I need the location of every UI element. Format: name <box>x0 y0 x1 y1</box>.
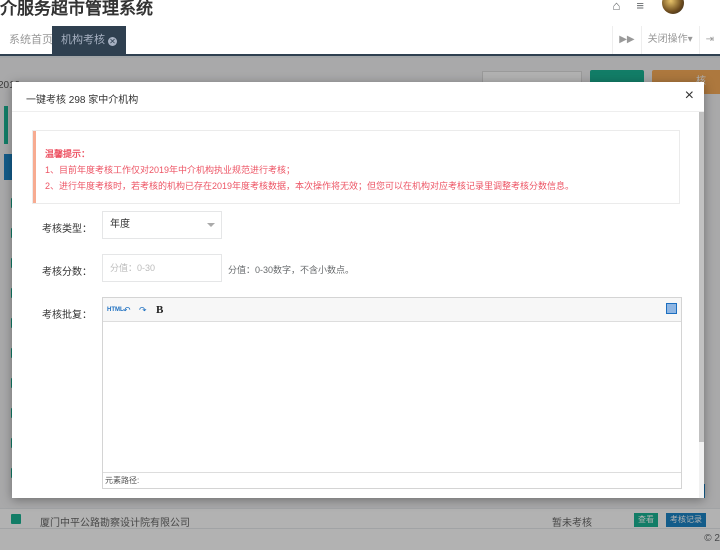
tab-home-label: 系统首页 <box>9 34 53 46</box>
bold-button[interactable]: B <box>156 302 163 318</box>
avatar[interactable] <box>662 0 684 14</box>
modal-scrollbar[interactable] <box>699 112 704 498</box>
tab-bar: 系统首页 机构考核 ✕ ▶▶ 关闭操作▾ ⇥ <box>0 26 720 56</box>
assessment-score-input[interactable] <box>102 254 222 282</box>
assessment-type-select[interactable]: 年度 <box>102 211 222 239</box>
element-path-bar: 元素路径: <box>103 472 681 488</box>
redo-icon[interactable]: ↷ <box>139 302 147 318</box>
modal-header: 一键考核 298 家中介机构 × <box>12 82 704 112</box>
assessment-reply-label: 考核批复： <box>42 310 92 321</box>
assessment-type-label: 考核类型： <box>42 224 92 235</box>
tip-accent-bar <box>33 131 36 203</box>
tab-close-icon[interactable]: ✕ <box>108 37 117 46</box>
tip-title: 温馨提示： <box>45 149 91 159</box>
tab-scroll-right-icon[interactable]: ▶▶ <box>612 26 640 54</box>
tab-org-assessment[interactable]: 机构考核 ✕ <box>52 26 126 54</box>
modal-title: 一键考核 298 家中介机构 <box>26 95 139 106</box>
tip-box: 温馨提示： 1、目前年度考核工作仅对2019年中介机构执业规范进行考核； 2、进… <box>32 130 680 204</box>
scrollbar-thumb[interactable] <box>699 112 704 442</box>
app-title: 介服务超市管理系统 <box>0 0 153 18</box>
chevron-down-icon <box>207 223 215 227</box>
editor-toolbar: HTML ↶ ↷ B <box>103 298 681 322</box>
home-icon[interactable]: ⌂ <box>613 0 621 13</box>
tab-controls: ▶▶ 关闭操作▾ ⇥ <box>612 26 720 54</box>
tab-org-assessment-label: 机构考核 <box>61 34 105 46</box>
tip-line-2: 2、进行年度考核时，若考核的机构已存在2019年度考核数据，本次操作将无效；但您… <box>45 181 575 191</box>
logout-icon[interactable]: ⇥ <box>698 26 720 54</box>
menu-icon[interactable]: ≡ <box>636 0 644 13</box>
html-source-button[interactable]: HTML <box>107 302 124 318</box>
assessment-modal: 一键考核 298 家中介机构 × 温馨提示： 1、目前年度考核工作仅对2019年… <box>12 82 704 498</box>
close-ops-dropdown[interactable]: 关闭操作▾ <box>640 26 699 54</box>
close-ops-label: 关闭操作 <box>647 34 688 45</box>
close-icon[interactable]: × <box>685 87 694 105</box>
rich-text-editor: HTML ↶ ↷ B 元素路径: <box>102 297 682 489</box>
score-hint: 分值：0-30数字，不含小数点。 <box>228 265 355 275</box>
assessment-type-value: 年度 <box>110 219 130 230</box>
editor-content-area[interactable] <box>103 322 681 472</box>
fullscreen-icon[interactable] <box>666 303 677 314</box>
top-header: 介服务超市管理系统 ⌂ ≡ <box>0 0 720 26</box>
undo-icon[interactable]: ↶ <box>123 302 131 318</box>
tip-line-1: 1、目前年度考核工作仅对2019年中介机构执业规范进行考核； <box>45 165 296 175</box>
top-icons: ⌂ ≡ <box>613 0 644 13</box>
assessment-score-label: 考核分数： <box>42 267 92 278</box>
